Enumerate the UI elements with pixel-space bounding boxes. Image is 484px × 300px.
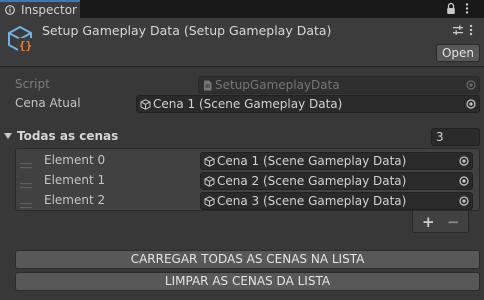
script-label: Script bbox=[15, 77, 50, 91]
drag-handle-icon[interactable] bbox=[20, 178, 32, 192]
header-menu-icon[interactable] bbox=[468, 24, 474, 36]
todas-as-cenas-label[interactable]: Todas as cenas bbox=[17, 129, 118, 143]
svg-text:{}: {} bbox=[19, 39, 32, 52]
list-element-value: Cena 2 (Scene Gameplay Data) bbox=[217, 174, 407, 188]
list-element-value: Cena 3 (Scene Gameplay Data) bbox=[217, 194, 407, 208]
load-all-scenes-button[interactable]: CARREGAR TODAS AS CENAS NA LISTA bbox=[15, 250, 480, 269]
object-picker-icon[interactable] bbox=[459, 196, 469, 206]
scriptable-object-icon bbox=[204, 176, 215, 187]
tab-inspector[interactable]: Inspector bbox=[0, 0, 80, 18]
cena-atual-field[interactable]: Cena 1 (Scene Gameplay Data) bbox=[136, 95, 480, 113]
drag-handle-icon[interactable] bbox=[20, 198, 32, 212]
tab-label: Inspector bbox=[21, 3, 77, 17]
foldout-arrow-icon[interactable] bbox=[3, 132, 13, 140]
script-file-icon bbox=[204, 80, 212, 91]
scriptable-object-icon bbox=[140, 99, 151, 110]
object-picker-icon[interactable] bbox=[459, 176, 469, 186]
cena-atual-value: Cena 1 (Scene Gameplay Data) bbox=[153, 97, 343, 111]
list-element-label: Element 2 bbox=[44, 193, 106, 207]
remove-element-button[interactable]: − bbox=[447, 213, 460, 231]
list-element-label: Element 1 bbox=[44, 173, 106, 187]
cena-atual-label: Cena Atual bbox=[15, 96, 81, 110]
inspector-title: Setup Gameplay Data (Setup Gameplay Data… bbox=[42, 23, 332, 38]
open-button[interactable]: Open bbox=[436, 44, 480, 62]
preset-icon[interactable] bbox=[452, 24, 464, 36]
object-picker-icon[interactable] bbox=[466, 99, 476, 109]
list-element-field[interactable]: Cena 1 (Scene Gameplay Data) bbox=[200, 152, 473, 170]
clear-scenes-button[interactable]: LIMPAR AS CENAS DA LISTA bbox=[15, 272, 480, 291]
list-element-value: Cena 1 (Scene Gameplay Data) bbox=[217, 154, 407, 168]
script-value: SetupGameplayData bbox=[215, 78, 340, 92]
list-element-field[interactable]: Cena 3 (Scene Gameplay Data) bbox=[200, 192, 473, 210]
tab-menu-icon[interactable] bbox=[464, 2, 470, 15]
list-size-field[interactable]: 3 bbox=[431, 128, 480, 146]
script-field: SetupGameplayData bbox=[198, 76, 480, 94]
list-footer bbox=[412, 211, 469, 233]
info-icon bbox=[5, 5, 15, 15]
scriptable-object-icon bbox=[204, 156, 215, 167]
add-element-button[interactable]: + bbox=[422, 213, 435, 231]
list-element-label: Element 0 bbox=[44, 153, 106, 167]
object-picker-icon[interactable] bbox=[459, 156, 469, 166]
script-asset-icon: {} bbox=[8, 25, 33, 53]
list-element-field[interactable]: Cena 2 (Scene Gameplay Data) bbox=[200, 172, 473, 190]
drag-handle-icon[interactable] bbox=[20, 158, 32, 172]
object-picker-icon bbox=[466, 80, 476, 90]
scriptable-object-icon bbox=[204, 196, 215, 207]
lock-icon[interactable] bbox=[446, 2, 456, 15]
